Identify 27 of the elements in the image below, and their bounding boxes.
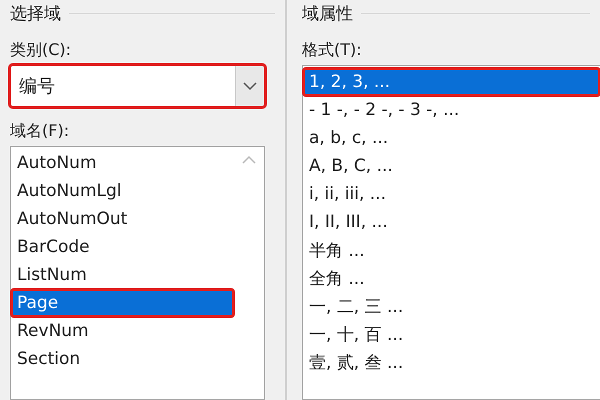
list-item[interactable]: AutoNum — [11, 149, 234, 177]
group-title: 选择域 — [10, 2, 61, 24]
group-title: 域属性 — [302, 2, 353, 24]
list-item[interactable]: 1, 2, 3, ... — [303, 68, 600, 96]
list-item[interactable]: I, II, III, ... — [303, 208, 600, 236]
category-dropdown[interactable]: 编号 — [10, 65, 265, 107]
scroll-up-icon[interactable] — [242, 155, 256, 164]
list-item[interactable]: RevNum — [11, 317, 234, 345]
list-item[interactable]: AutoNumLgl — [11, 177, 234, 205]
chevron-down-icon — [243, 82, 257, 90]
format-label: 格式(T): — [302, 40, 363, 61]
list-item[interactable]: i, ii, iii, ... — [303, 180, 600, 208]
list-item[interactable]: 壹, 贰, 叁 ... — [303, 348, 600, 376]
list-item[interactable]: AutoNumOut — [11, 205, 234, 233]
list-item[interactable]: A, B, C, ... — [303, 152, 600, 180]
list-item[interactable]: - 1 -, - 2 -, - 3 -, ... — [303, 96, 600, 124]
list-item[interactable]: a, b, c, ... — [303, 124, 600, 152]
list-item[interactable]: Section — [11, 345, 234, 373]
list-item[interactable]: Page — [11, 289, 234, 317]
list-item[interactable]: 半角 ... — [303, 236, 600, 264]
list-item[interactable]: 一, 十, 百 ... — [303, 320, 600, 348]
field-names-label: 域名(F): — [10, 121, 70, 142]
list-item[interactable]: 全角 ... — [303, 264, 600, 292]
list-item[interactable]: 一, 二, 三 ... — [303, 292, 600, 320]
list-item[interactable]: BarCode — [11, 233, 234, 261]
list-item[interactable]: ListNum — [11, 261, 234, 289]
category-label: 类别(C): — [10, 40, 72, 61]
